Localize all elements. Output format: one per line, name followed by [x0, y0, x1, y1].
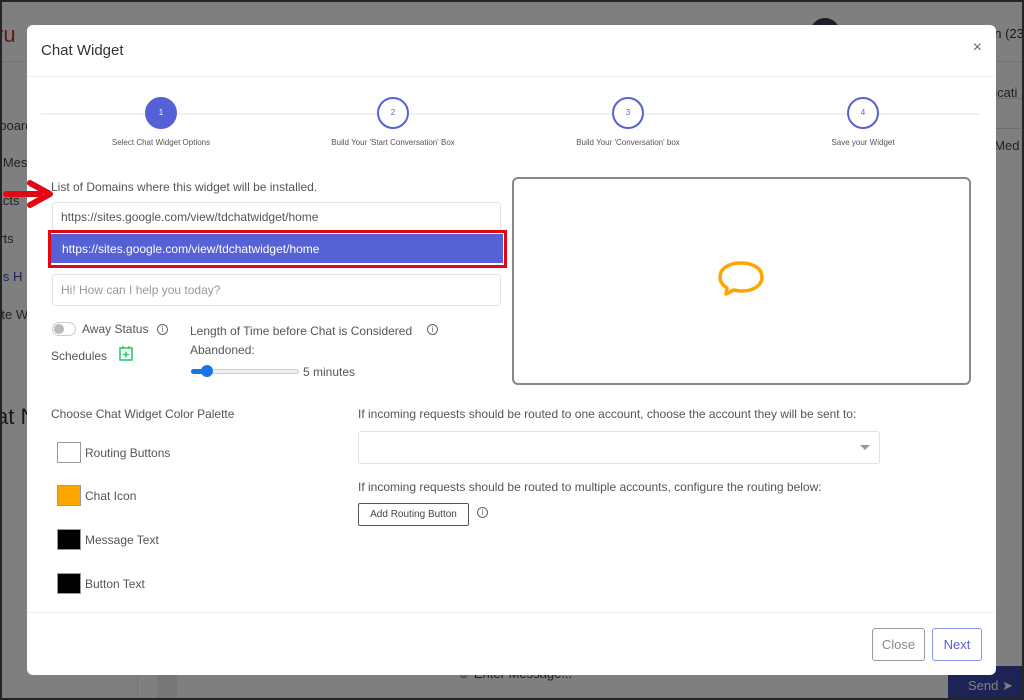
step-circle: 2 — [377, 97, 409, 129]
modal-title: Chat Widget — [41, 42, 124, 59]
palette-title: Choose Chat Widget Color Palette — [51, 407, 235, 421]
toggle-knob — [54, 324, 64, 334]
add-routing-button[interactable]: Add Routing Button — [358, 503, 469, 526]
schedules-label: Schedules — [51, 349, 108, 363]
swatch-label: Button Text — [85, 576, 145, 591]
color-swatch[interactable] — [57, 485, 81, 506]
domains-label: List of Domains where this widget will b… — [51, 180, 318, 194]
away-status-toggle[interactable] — [52, 322, 76, 336]
domain-input[interactable]: https://sites.google.com/view/tdchatwidg… — [52, 202, 501, 231]
step-3[interactable]: 3 Build Your 'Conversation' box — [528, 97, 728, 147]
greeting-input[interactable]: Hi! How can I help you today? — [52, 274, 501, 306]
greeting-placeholder: Hi! How can I help you today? — [61, 283, 221, 297]
calendar-add-icon[interactable] — [119, 345, 133, 361]
step-circle: 1 — [145, 97, 177, 129]
suggestion-text: https://sites.google.com/view/tdchatwidg… — [62, 241, 320, 256]
away-status-label: Away Status — [82, 322, 149, 336]
account-select[interactable] — [358, 431, 880, 464]
modal-header: Chat Widget × — [27, 25, 996, 77]
step-2[interactable]: 2 Build Your 'Start Conversation' Box — [293, 97, 493, 147]
step-circle: 3 — [612, 97, 644, 129]
step-1[interactable]: 1 Select Chat Widget Options — [61, 97, 261, 147]
abandoned-time-label: Length of Time before Chat is Considered… — [190, 322, 450, 360]
color-swatch[interactable] — [57, 442, 81, 463]
abandoned-time-slider[interactable] — [191, 365, 299, 377]
widget-preview — [512, 177, 971, 385]
step-label: Build Your 'Conversation' box — [576, 138, 680, 147]
next-button[interactable]: Next — [932, 628, 982, 661]
step-label: Build Your 'Start Conversation' Box — [331, 138, 455, 147]
swatch-label: Chat Icon — [85, 488, 137, 503]
chevron-down-icon — [860, 445, 870, 450]
slider-thumb[interactable] — [201, 365, 214, 377]
autocomplete-suggestion[interactable]: https://sites.google.com/view/tdchatwidg… — [51, 234, 503, 263]
multi-routing-label: If incoming requests should be routed to… — [358, 480, 822, 494]
annotation-arrow-icon — [3, 180, 53, 208]
palette-item-button-text[interactable]: Button Text — [57, 573, 145, 594]
close-icon[interactable]: × — [973, 39, 982, 57]
palette-item-routing-buttons[interactable]: Routing Buttons — [57, 442, 170, 463]
color-swatch[interactable] — [57, 573, 81, 594]
step-label: Select Chat Widget Options — [111, 138, 211, 147]
chat-bubble-icon[interactable] — [714, 259, 766, 303]
close-button[interactable]: Close — [872, 628, 925, 661]
step-4[interactable]: 4 Save your Widget — [763, 97, 963, 147]
domain-input-value: https://sites.google.com/view/tdchatwidg… — [61, 209, 319, 224]
info-icon[interactable]: i — [157, 324, 168, 335]
swatch-label: Routing Buttons — [85, 445, 171, 460]
swatch-label: Message Text — [85, 532, 159, 547]
modal-footer: Close Next — [27, 612, 996, 675]
single-routing-label: If incoming requests should be routed to… — [358, 407, 857, 421]
palette-item-message-text[interactable]: Message Text — [57, 529, 159, 550]
info-icon[interactable]: i — [477, 507, 488, 518]
info-icon[interactable]: i — [427, 324, 438, 335]
step-label: Save your Widget — [831, 138, 895, 147]
color-swatch[interactable] — [57, 529, 81, 550]
abandoned-text: Length of Time before Chat is Considered… — [190, 324, 413, 357]
wizard-stepper: 1 Select Chat Widget Options 2 Build You… — [41, 97, 981, 157]
palette-item-chat-icon[interactable]: Chat Icon — [57, 485, 136, 506]
abandoned-time-value: 5 minutes — [303, 365, 356, 379]
step-circle: 4 — [847, 97, 879, 129]
chat-widget-modal: Chat Widget × 1 Select Chat Widget Optio… — [27, 25, 996, 675]
